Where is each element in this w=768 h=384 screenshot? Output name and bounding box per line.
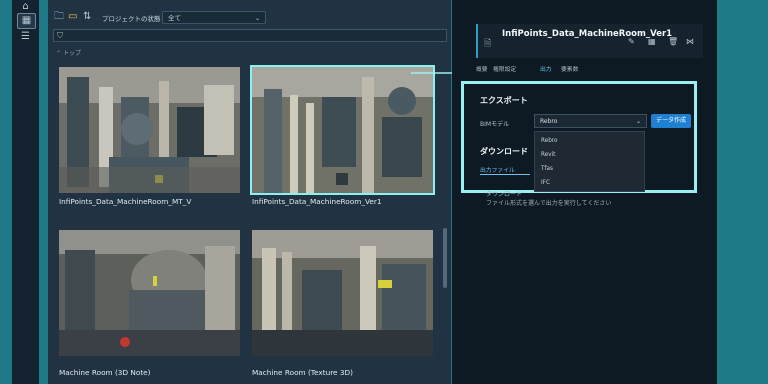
tab-output-files[interactable]: 出力ファイル — [480, 165, 515, 174]
filter-input[interactable]: ⛉ — [53, 29, 447, 42]
dropdown-option-tfas[interactable]: Tfas — [541, 166, 553, 172]
selection-frame — [250, 65, 435, 195]
status-select[interactable]: 全て ⌄ — [162, 11, 266, 24]
bim-model-selected: Rebro — [540, 118, 558, 125]
machine-room-image — [59, 230, 240, 356]
export-heading: エクスポート — [480, 96, 528, 105]
filter-icon: ⛉ — [57, 31, 63, 40]
download-heading: ダウンロード — [480, 147, 528, 156]
delete-icon[interactable]: 🗑 — [668, 37, 678, 46]
collapse-icon: ⌃ — [56, 50, 63, 57]
thumbnail-machine-room-3d-note[interactable] — [59, 230, 240, 356]
tab-overview[interactable]: 概要 — [476, 64, 488, 73]
tab-permissions[interactable]: 権限設定 — [493, 64, 516, 73]
thumbnail-machine-room-texture-3d[interactable] — [252, 230, 433, 356]
left-rail: ⌂ ▦ ☰ — [12, 0, 39, 384]
download-hint: ファイル形式を選んで出力を実行してください — [486, 200, 612, 207]
panel-title: InfiPoints_Data_MachineRoom_Ver1 — [502, 29, 673, 39]
tab-output[interactable]: 出力 — [540, 64, 552, 73]
create-data-button[interactable]: データ作成 — [651, 114, 691, 128]
toolbar: 🗀 ▭ ⇅ プロジェクトの状態 全て ⌄ — [48, 8, 451, 28]
document-icon: 🗎 — [484, 39, 492, 49]
sort-icon[interactable]: ⇅ — [83, 12, 94, 22]
bim-model-label: BIMモデル — [480, 121, 510, 128]
thumbnail-caption: Machine Room (Texture 3D) — [252, 368, 353, 377]
thumbnail-caption: Machine Room (3D Note) — [59, 368, 151, 377]
scrollbar[interactable] — [443, 228, 447, 288]
home-icon[interactable]: ⌂ — [17, 0, 34, 14]
chevron-down-icon: ⌄ — [635, 118, 641, 125]
file-browser: 🗀 ▭ ⇅ プロジェクトの状態 全て ⌄ ⛉ ⌃ トップ InfiPoints_… — [48, 0, 451, 384]
download-text: ダウンロード — [486, 191, 523, 198]
tab-element-count[interactable]: 要素数 — [561, 64, 578, 73]
bim-model-select[interactable]: Rebro ⌄ — [534, 114, 647, 128]
dropdown-option-rebro[interactable]: Rebro — [541, 138, 558, 144]
thumbnail-caption: InfiPoints_Data_MachineRoom_MT_V — [59, 197, 192, 206]
chevron-down-icon: ⌄ — [254, 15, 260, 22]
breadcrumb-label: トップ — [62, 50, 81, 57]
folder-add-icon[interactable]: 🗀 — [54, 12, 65, 22]
status-label: プロジェクトの状態 — [102, 15, 161, 23]
bim-model-dropdown: Rebro Revit Tfas IFC — [534, 131, 645, 192]
machine-room-image — [252, 230, 433, 356]
status-select-value: 全て — [168, 14, 181, 22]
folder-open-icon[interactable]: ▭ — [68, 12, 79, 22]
panel-header: 🗎 InfiPoints_Data_MachineRoom_Ver1 ✎ ▦ 🗑… — [476, 24, 703, 58]
background-strip — [718, 0, 768, 384]
thumbnail-caption: InfiPoints_Data_MachineRoom_Ver1 — [252, 197, 382, 206]
share-icon[interactable]: ⋈ — [686, 37, 694, 46]
panel-tabs: 概要 権限設定 出力 要素数 — [476, 64, 706, 76]
thumbnail-machineroom-mt-v[interactable] — [59, 67, 240, 193]
dropdown-option-revit[interactable]: Revit — [541, 152, 555, 158]
grid-icon[interactable]: ▦ — [648, 37, 656, 46]
grid-view-icon[interactable]: ▦ — [17, 13, 36, 29]
breadcrumb[interactable]: ⌃ トップ — [56, 48, 81, 57]
list-view-icon[interactable]: ☰ — [17, 30, 34, 44]
tab-underline — [480, 174, 530, 175]
detail-panel: 🗎 InfiPoints_Data_MachineRoom_Ver1 ✎ ▦ 🗑… — [452, 0, 717, 384]
edit-icon[interactable]: ✎ — [628, 37, 635, 46]
machine-room-image — [59, 67, 240, 193]
dropdown-option-ifc[interactable]: IFC — [541, 180, 550, 186]
